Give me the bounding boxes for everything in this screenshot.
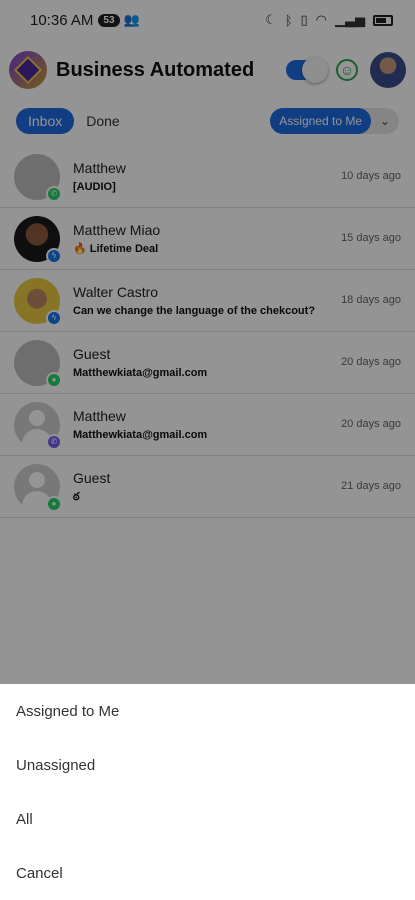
modal-overlay[interactable]: [0, 0, 415, 684]
option-all[interactable]: All: [0, 792, 415, 846]
cancel-button[interactable]: Cancel: [0, 846, 415, 900]
option-unassigned[interactable]: Unassigned: [0, 738, 415, 792]
option-assigned-to-me[interactable]: Assigned to Me: [0, 684, 415, 738]
app-screen: 10:36 AM 53 👥 ☾ ᛒ ▯ ◠ ▁▃▅ Business Autom…: [0, 0, 415, 900]
assignment-bottom-sheet: Assigned to Me Unassigned All Cancel: [0, 684, 415, 900]
